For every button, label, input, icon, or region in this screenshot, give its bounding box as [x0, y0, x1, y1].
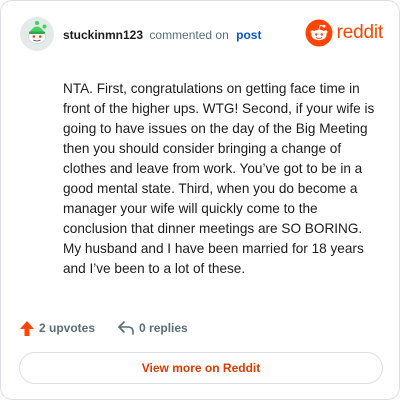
upvote-arrow-icon	[20, 320, 34, 336]
reply-button[interactable]: 0 replies	[117, 320, 188, 336]
comment-action-text: commented on	[149, 28, 229, 42]
reply-count: 0 replies	[139, 321, 188, 335]
username[interactable]: stuckinmn123	[63, 28, 143, 42]
post-link[interactable]: post	[236, 28, 261, 42]
reddit-comment-embed: stuckinmn123 commented on post reddit NT…	[0, 0, 400, 400]
reddit-logo-icon	[305, 19, 333, 47]
reddit-brand[interactable]: reddit	[305, 18, 383, 48]
comment-body: NTA. First, congratulations on getting f…	[63, 81, 375, 276]
upvote-count: 2 upvotes	[39, 321, 96, 335]
upvote-button[interactable]: 2 upvotes	[19, 320, 95, 337]
comment-header: stuckinmn123 commented on post reddit	[19, 15, 383, 55]
reddit-wordmark: reddit	[336, 22, 384, 43]
comment-meta: stuckinmn123 commented on post	[63, 27, 261, 43]
avatar[interactable]	[19, 16, 55, 52]
comment-actions: 2 upvotes 0 replies	[19, 318, 188, 338]
view-more-button[interactable]: View more on Reddit	[19, 352, 383, 384]
reply-arrow-icon	[118, 321, 134, 335]
